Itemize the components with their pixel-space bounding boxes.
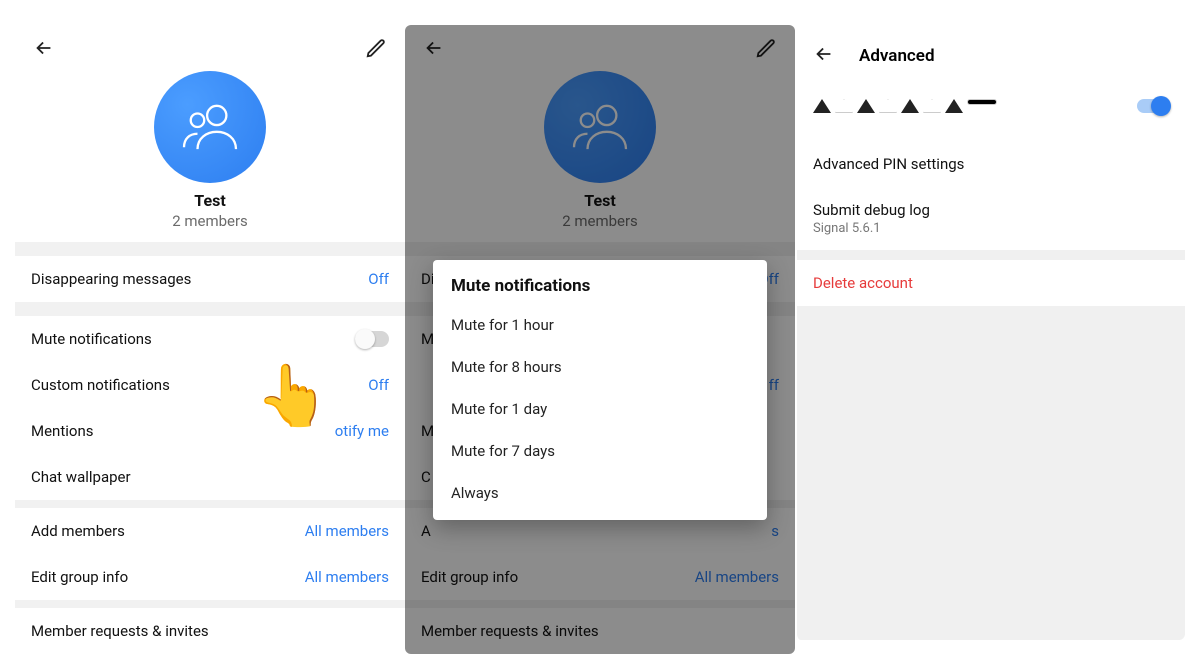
mute-option[interactable]: Mute for 7 days [433,430,767,472]
group-info-panel: Test 2 members Disappearing messages Off… [15,25,405,654]
mute-notifications-row[interactable]: Mute notifications [15,316,405,362]
custom-notifications-row[interactable]: Custom notifications Off [15,362,405,408]
mute-dialog: Mute notifications Mute for 1 hour Mute … [433,260,767,520]
row-value: All members [305,522,389,540]
row-label: Chat wallpaper [31,468,131,486]
page-title: Advanced [859,46,935,66]
row-value: All members [305,568,389,586]
empty-area [797,306,1185,640]
header-decor [813,95,1169,117]
mute-option[interactable]: Mute for 1 day [433,388,767,430]
back-icon[interactable] [33,37,55,63]
mentions-row[interactable]: Mentions otify me [15,408,405,454]
row-label: Add members [31,522,125,540]
group-avatar[interactable] [154,71,266,183]
row-label: Submit debug log [813,201,1169,219]
members-count: 2 members [15,212,405,230]
delete-account-row[interactable]: Delete account [797,260,1185,306]
edit-group-info-row[interactable]: Edit group info All members [15,554,405,600]
app-version: Signal 5.6.1 [813,221,1169,236]
mute-option[interactable]: Mute for 8 hours [433,346,767,388]
advanced-settings-panel: Advanced Advanced PIN settings Submit de… [795,25,1185,640]
mute-option[interactable]: Mute for 1 hour [433,304,767,346]
chat-wallpaper-row[interactable]: Chat wallpaper [15,454,405,500]
row-label: Mute notifications [31,330,152,348]
row-label: Delete account [813,274,1169,292]
edit-icon[interactable] [365,37,387,63]
row-label: Mentions [31,422,93,440]
dialog-title: Mute notifications [433,276,767,304]
row-label: Advanced PIN settings [813,155,1169,173]
group-name: Test [15,191,405,210]
mute-toggle[interactable] [355,331,389,347]
advanced-toggle[interactable] [1137,99,1169,113]
add-members-row[interactable]: Add members All members [15,508,405,554]
member-requests-row[interactable]: Member requests & invites [15,608,405,654]
group-info-panel-dialog: Test 2 members Disappearing messages Off… [405,25,795,654]
advanced-pin-settings-row[interactable]: Advanced PIN settings [797,141,1185,187]
back-icon[interactable] [813,43,835,69]
row-value: Off [368,270,389,288]
row-label: Member requests & invites [31,622,209,640]
row-label: Custom notifications [31,376,170,394]
mute-option[interactable]: Always [433,472,767,514]
row-label: Disappearing messages [31,270,191,288]
submit-debug-log-row[interactable]: Submit debug log Signal 5.6.1 [797,187,1185,250]
row-value: otify me [335,422,389,440]
row-value: Off [368,376,389,394]
disappearing-messages-row[interactable]: Disappearing messages Off [15,256,405,302]
row-label: Edit group info [31,568,128,586]
